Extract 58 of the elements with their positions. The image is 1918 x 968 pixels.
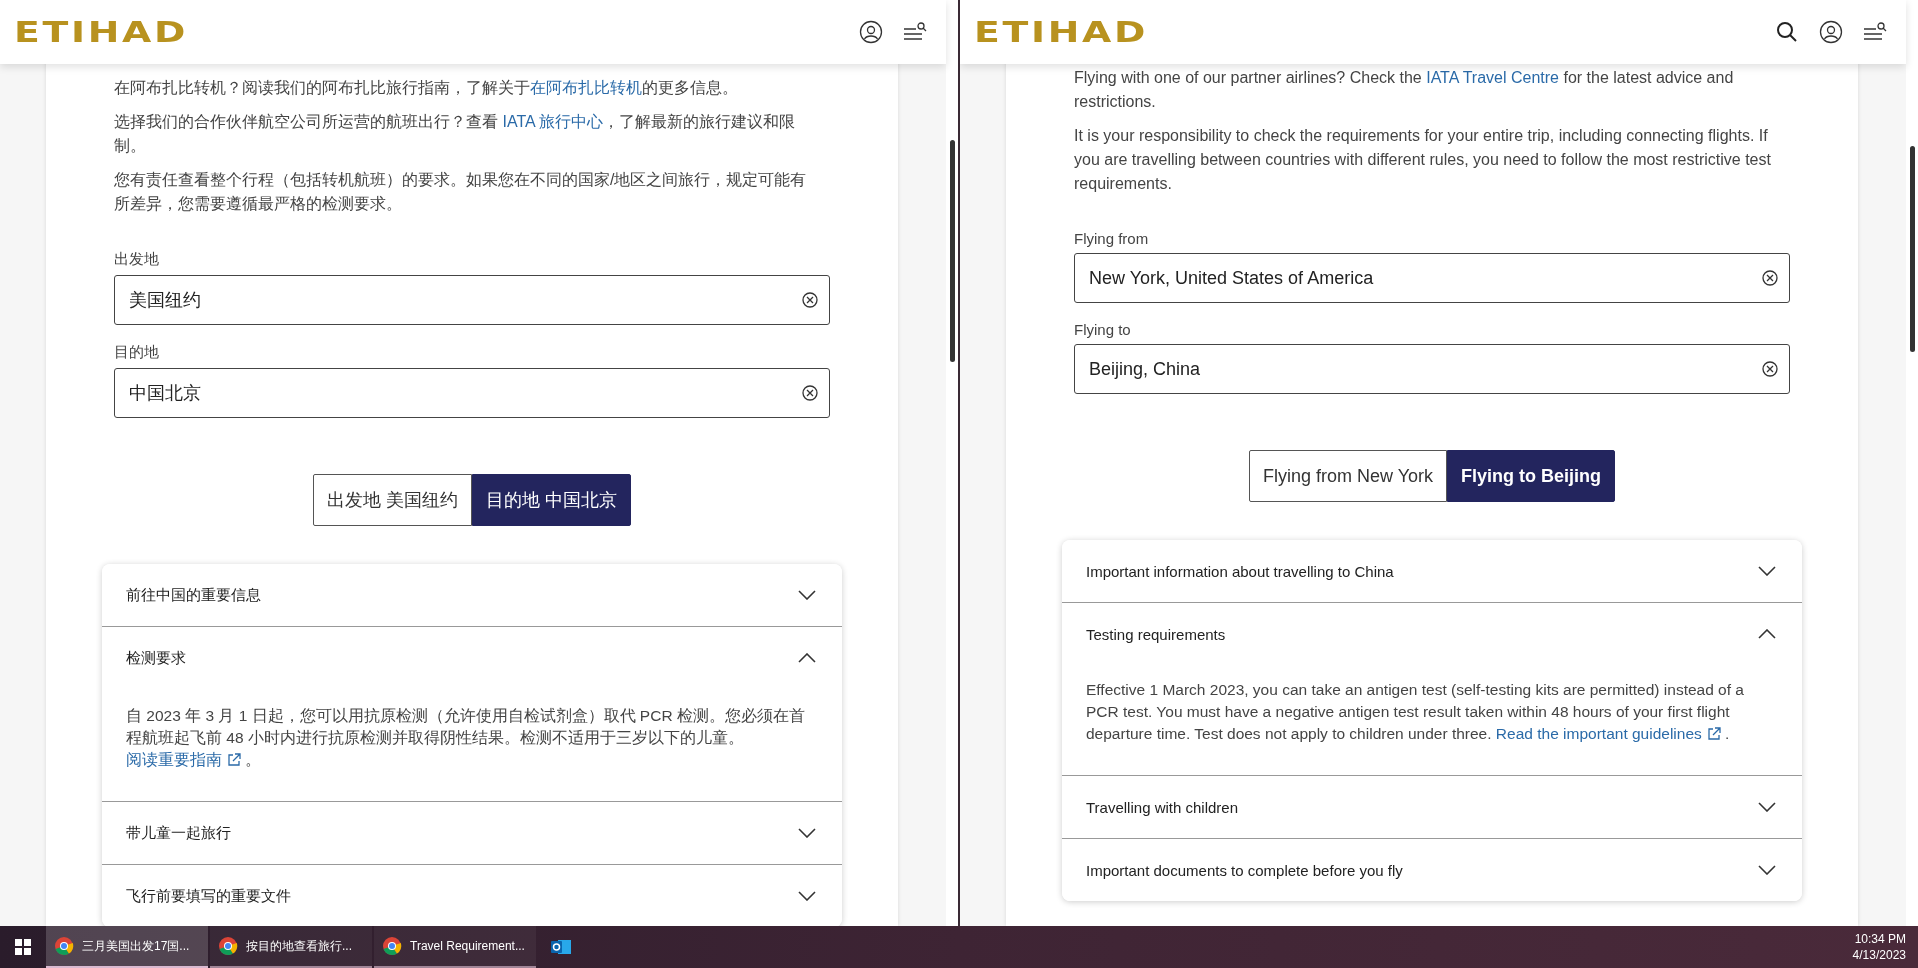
external-link-icon — [227, 753, 241, 767]
info-paragraph: Flying with one of our partner airlines? Check the IATA Travel Centre for the latest advice and restrictions. — [1074, 68, 1735, 112]
accordion-header[interactable]: Testing requirements — [1062, 603, 1802, 665]
info-paragraph: 您有责任查看整个行程（包括转机航班）的要求。如果您在不同的国家/地区之间旅行，规定可能有所差异，您需要遵循最严格的检测要求。 — [114, 170, 808, 214]
text-link[interactable]: 在阿布扎比转机 — [530, 79, 642, 96]
direction-toggle[interactable]: 目的地 中国北京 — [472, 474, 631, 526]
accordion-header[interactable]: Important documents to complete before you fly — [1062, 839, 1802, 901]
field-label: Flying to — [1074, 321, 1131, 338]
scrollbar[interactable] — [1906, 0, 1918, 926]
external-link-icon — [1706, 727, 1721, 741]
direction-toggle[interactable]: Flying to Beijing — [1447, 450, 1616, 502]
accordion-header[interactable]: 带儿童一起旅行 — [102, 802, 842, 864]
account-icon[interactable] — [858, 19, 884, 45]
browser-icon — [382, 936, 402, 956]
text-link[interactable]: IATA 旅行中心 — [502, 113, 604, 130]
accordion-header[interactable]: 检测要求 — [102, 627, 842, 689]
location-field[interactable]: 中国北京 — [114, 368, 830, 418]
text-link[interactable]: IATA Travel Centre — [1426, 69, 1559, 86]
chevron-down-icon — [1758, 802, 1776, 812]
info-paragraph: 选择我们的合作伙伴航空公司所运营的航班出行？查看 IATA 旅行中心，了解最新的旅行建议和限制。 — [114, 112, 797, 156]
taskbar-item[interactable]: 三月美国出发17国... — [46, 926, 208, 968]
text-link[interactable]: Read the important guidelines — [1495, 725, 1721, 742]
accordion-header[interactable]: 前往中国的重要信息 — [102, 564, 842, 626]
direction-toggle[interactable]: 出发地 美国纽约 — [313, 474, 472, 526]
clear-icon[interactable] — [802, 385, 818, 401]
chevron-up-icon — [798, 653, 816, 663]
location-field[interactable]: 美国纽约 — [114, 275, 830, 325]
field-label: 出发地 — [114, 250, 159, 269]
browser-icon — [54, 936, 74, 956]
direction-toggle[interactable]: Flying from New York — [1248, 450, 1448, 502]
chevron-up-icon — [1758, 629, 1776, 639]
info-paragraph: 在阿布扎比转机？阅读我们的阿布扎比旅行指南，了解关于在阿布扎比转机的更多信息。 — [114, 78, 739, 98]
accordion-header[interactable]: Travelling with children — [1062, 776, 1802, 838]
accordion-text: 自 2023 年 3 月 1 日起，您可以用抗原检测（允许使用自检试剂盒）取代 PCR 检测。您必须在首程航班起飞前 48 小时内进行抗原检测并取得阴性结果。检测不适用于三岁以下的儿童。 阅读重要指南 。 — [125, 706, 806, 770]
location-field[interactable]: New York, United States of America — [1074, 253, 1790, 303]
browser-icon — [218, 936, 238, 956]
chevron-down-icon — [798, 891, 816, 901]
field-label: Flying from — [1074, 230, 1149, 247]
chevron-down-icon — [798, 590, 816, 600]
accordion-text: Effective 1 March 2023, you can take an antigen test (self-testing kits are permitted) instead of a PCR test. You must have a negative antigen test result taken within 48 hours of your first flight departure time. Test does not apply to children under three. Read the important guidelines . — [1085, 680, 1745, 744]
clear-icon[interactable] — [1762, 270, 1778, 286]
taskbar-item[interactable]: Travel Requirement... — [374, 926, 536, 968]
clear-icon[interactable] — [1762, 361, 1778, 377]
account-icon[interactable] — [1818, 19, 1844, 45]
clear-icon[interactable] — [802, 292, 818, 308]
chevron-down-icon — [798, 828, 816, 838]
chevron-down-icon — [1758, 865, 1776, 875]
accordion-header[interactable]: 飞行前要填写的重要文件 — [102, 865, 842, 926]
info-paragraph: It is your responsibility to check the requirements for your entire trip, including connecting flights. If you are travelling between countries with different rules, you need to follow the most restrictive test requirements. — [1074, 126, 1772, 194]
taskbar-item[interactable]: 按目的地查看旅行... — [210, 926, 372, 968]
clock-time: 10:34 PM — [1854, 931, 1906, 947]
field-label: 目的地 — [114, 343, 159, 362]
clock-date: 4/13/2023 — [1852, 947, 1906, 963]
text-link[interactable]: 阅读重要指南 — [126, 751, 241, 768]
chevron-down-icon — [1758, 566, 1776, 576]
scrollbar[interactable] — [946, 0, 958, 926]
location-field[interactable]: Beijing, China — [1074, 344, 1790, 394]
accordion-header[interactable]: Important information about travelling to China — [1062, 540, 1802, 602]
